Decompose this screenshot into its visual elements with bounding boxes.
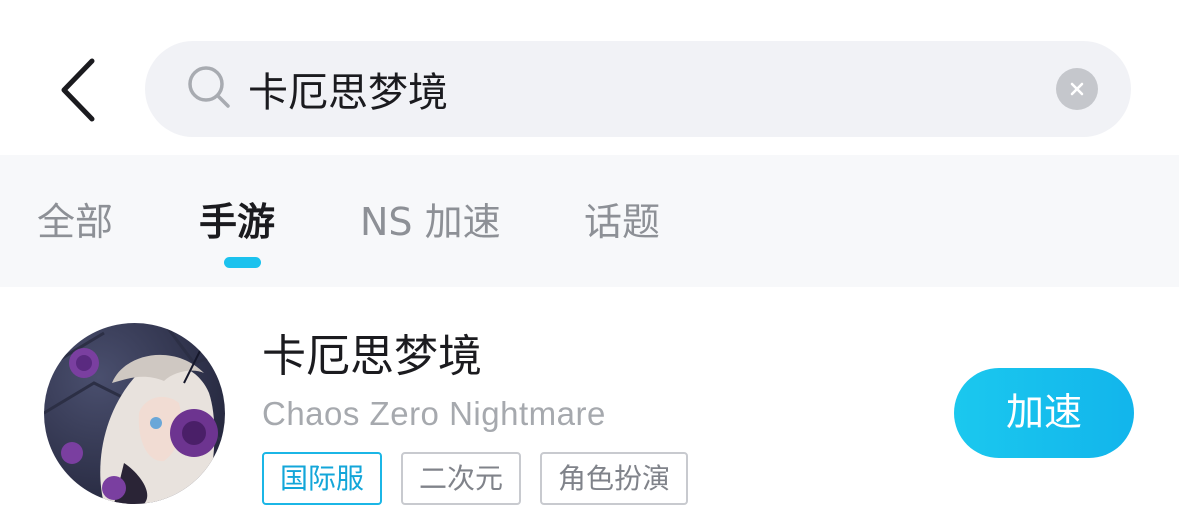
clear-search-button[interactable] bbox=[1056, 68, 1098, 110]
game-avatar[interactable] bbox=[44, 323, 225, 504]
active-tab-indicator bbox=[224, 257, 261, 268]
tag-role-playing: 角色扮演 bbox=[540, 452, 689, 505]
game-title: 卡厄思梦境 bbox=[262, 331, 482, 382]
tab-mobile-games[interactable]: 手游 bbox=[199, 199, 275, 245]
game-tags: 国际服 二次元 角色扮演 bbox=[262, 452, 689, 505]
chevron-left-icon bbox=[61, 58, 95, 122]
close-icon bbox=[1070, 82, 1084, 96]
accelerate-button[interactable]: 加速 bbox=[954, 368, 1134, 458]
tab-topics[interactable]: 话题 bbox=[584, 199, 660, 245]
game-result-card[interactable]: 卡厄思梦境 Chaos Zero Nightmare 国际服 二次元 角色扮演 … bbox=[0, 287, 1179, 527]
tag-anime-style: 二次元 bbox=[401, 452, 522, 505]
game-english-title: Chaos Zero Nightmare bbox=[262, 395, 606, 432]
back-button[interactable] bbox=[48, 52, 108, 128]
tab-all[interactable]: 全部 bbox=[37, 199, 113, 245]
tag-international-server: 国际服 bbox=[262, 452, 383, 505]
top-bar bbox=[0, 0, 1179, 155]
search-input[interactable] bbox=[248, 55, 1028, 123]
search-bar[interactable] bbox=[145, 41, 1131, 137]
category-tabs: 全部 手游 NS 加速 话题 bbox=[0, 155, 1179, 287]
search-icon bbox=[188, 66, 230, 108]
tab-ns-accelerate[interactable]: NS 加速 bbox=[360, 199, 501, 245]
